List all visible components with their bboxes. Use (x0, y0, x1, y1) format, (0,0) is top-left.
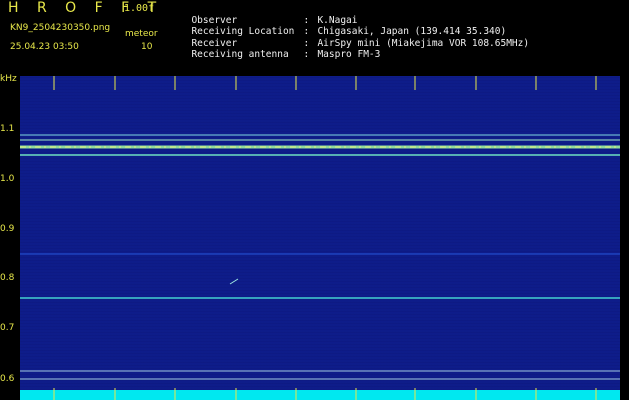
y-axis-unit: kHz (0, 74, 17, 84)
y-tick-label: 1.0 (0, 174, 15, 184)
y-tick-label: 0.6 (0, 374, 15, 384)
y-tick-label: 1.1 (0, 124, 15, 134)
info-colon: : (303, 49, 310, 60)
spectrogram-overlay (20, 76, 620, 400)
version-label: 1.00f (124, 3, 155, 14)
meteor-count: 10 (141, 42, 153, 52)
y-tick-label: 0.9 (0, 224, 15, 234)
y-tick-label: 0.8 (0, 273, 15, 283)
spectrogram-plot (20, 76, 620, 400)
meteor-label: meteor (125, 29, 158, 39)
info-antenna: Receiving antenna: Maspro FM-3 (180, 38, 380, 60)
y-tick-label: 0.7 (0, 323, 15, 333)
timestamp-label: 25.04.23 03:50 (10, 42, 79, 52)
x-tick-marks (53, 76, 597, 90)
filename-label: KN9_2504230350.png (10, 23, 111, 33)
meteor-streak (229, 278, 239, 285)
info-value: Maspro FM-3 (317, 49, 381, 60)
baseline-band (20, 390, 620, 400)
info-label: Receiving antenna (191, 49, 289, 60)
